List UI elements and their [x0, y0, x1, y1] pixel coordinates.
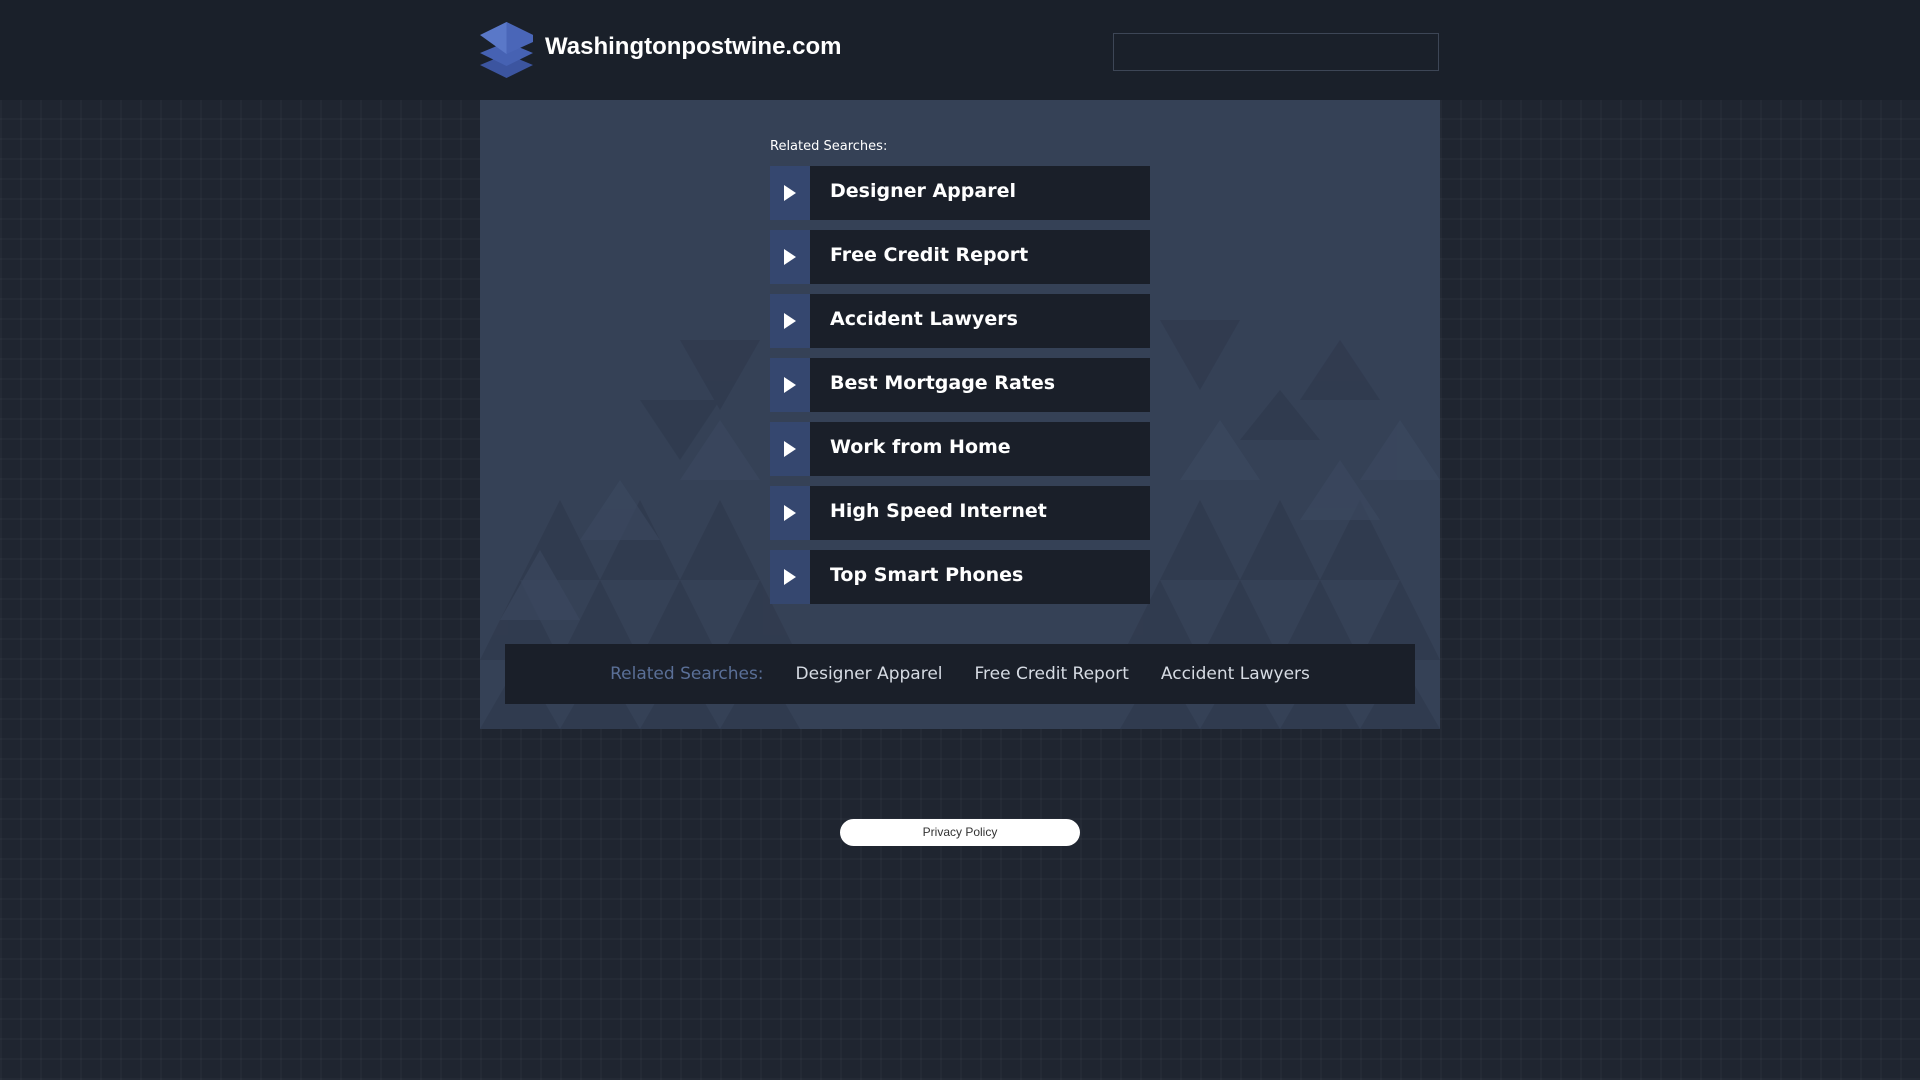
bottom-related-inner: Related Searches: Designer Apparel Free … — [505, 644, 1415, 704]
privacy-policy-button[interactable]: Privacy Policy — [840, 819, 1080, 846]
main-panel: Related Searches: Designer Apparel Free … — [480, 100, 1440, 729]
related-link-label: Accident Lawyers — [830, 308, 1018, 330]
play-arrow-icon — [784, 313, 796, 329]
bottom-related-heading: Related Searches: — [610, 664, 764, 684]
related-searches-heading: Related Searches: — [770, 139, 888, 154]
play-arrow-icon — [784, 377, 796, 393]
related-link-free-credit-report[interactable]: Free Credit Report — [770, 230, 1150, 284]
arrow-box — [770, 486, 810, 540]
stacked-layers-icon[interactable] — [479, 20, 534, 80]
arrow-box — [770, 166, 810, 220]
play-arrow-icon — [784, 249, 796, 265]
related-links-list: Designer Apparel Free Credit Report Acci… — [770, 166, 1150, 614]
bottom-link-designer-apparel[interactable]: Designer Apparel — [796, 664, 943, 684]
arrow-box — [770, 358, 810, 412]
play-arrow-icon — [784, 505, 796, 521]
related-link-label: Best Mortgage Rates — [830, 372, 1056, 394]
related-link-label: Free Credit Report — [830, 244, 1029, 266]
arrow-box — [770, 294, 810, 348]
related-link-accident-lawyers[interactable]: Accident Lawyers — [770, 294, 1150, 348]
bottom-link-free-credit-report[interactable]: Free Credit Report — [975, 664, 1129, 684]
related-link-work-from-home[interactable]: Work from Home — [770, 422, 1150, 476]
site-title[interactable]: Washingtonpostwine.com — [545, 33, 841, 61]
header: Washingtonpostwine.com — [0, 0, 1920, 100]
related-link-top-smart-phones[interactable]: Top Smart Phones — [770, 550, 1150, 604]
bottom-related-bar: Related Searches: Designer Apparel Free … — [505, 644, 1415, 704]
play-arrow-icon — [784, 569, 796, 585]
related-link-label: Top Smart Phones — [830, 564, 1024, 586]
arrow-box — [770, 230, 810, 284]
related-link-label: Work from Home — [830, 436, 1011, 458]
related-link-designer-apparel[interactable]: Designer Apparel — [770, 166, 1150, 220]
related-link-high-speed-internet[interactable]: High Speed Internet — [770, 486, 1150, 540]
bottom-link-accident-lawyers[interactable]: Accident Lawyers — [1161, 664, 1310, 684]
related-link-best-mortgage-rates[interactable]: Best Mortgage Rates — [770, 358, 1150, 412]
related-link-label: High Speed Internet — [830, 500, 1047, 522]
search-input[interactable] — [1113, 33, 1439, 71]
play-arrow-icon — [784, 185, 796, 201]
play-arrow-icon — [784, 441, 796, 457]
arrow-box — [770, 550, 810, 604]
related-link-label: Designer Apparel — [830, 180, 1016, 202]
arrow-box — [770, 422, 810, 476]
